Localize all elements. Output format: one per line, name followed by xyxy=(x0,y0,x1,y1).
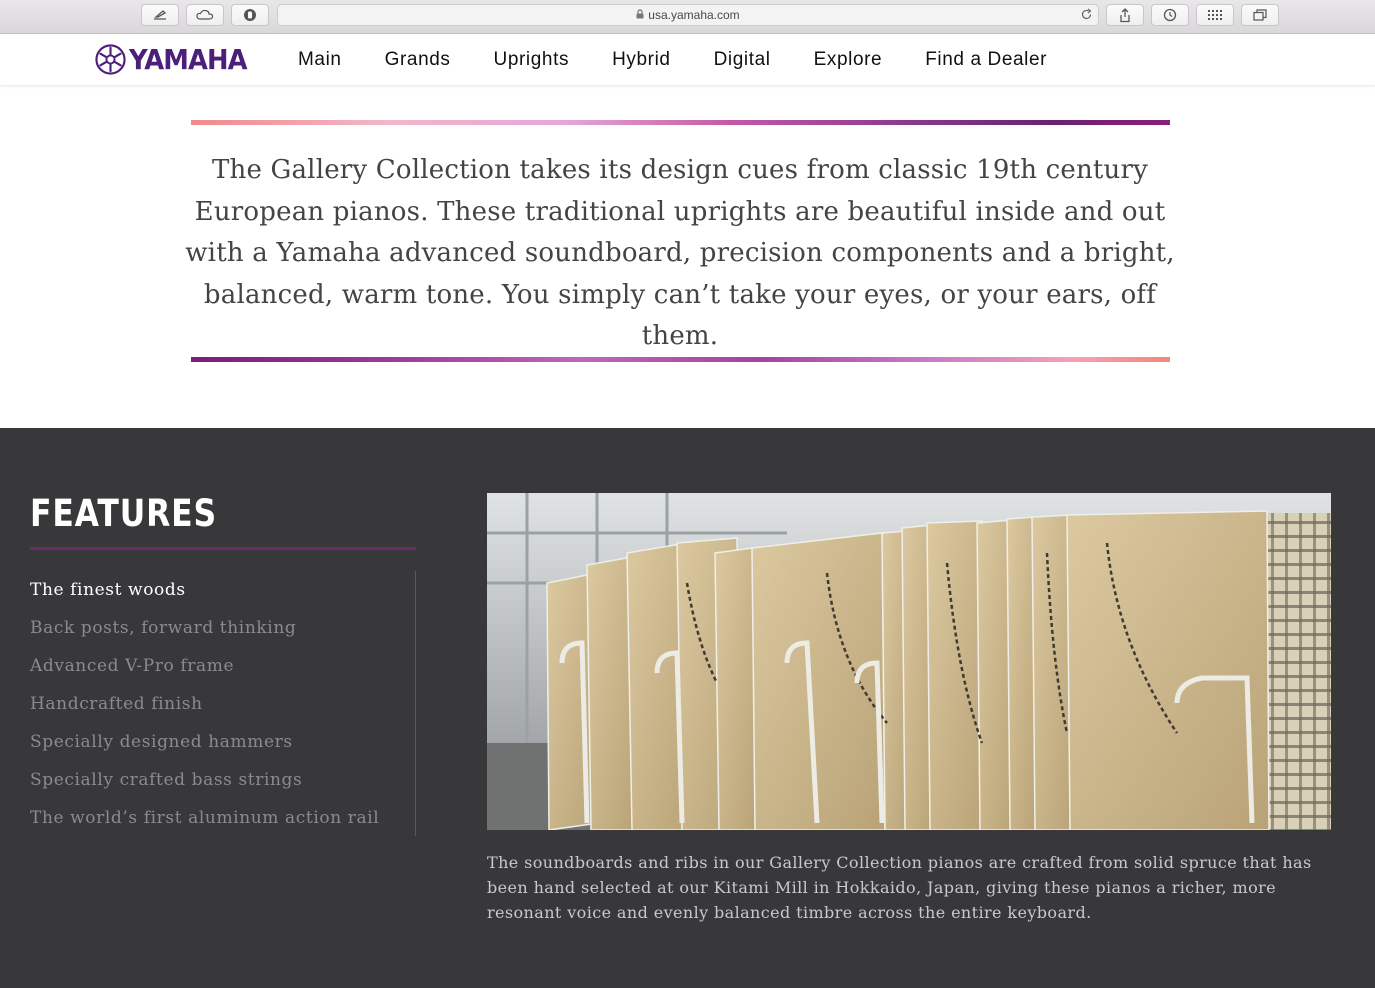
feature-tab-handcrafted-finish[interactable]: Handcrafted finish xyxy=(30,690,379,728)
logo-wordmark: YAMAHA xyxy=(129,43,248,76)
soundboards-photo xyxy=(487,493,1331,830)
intro-paragraph: The Gallery Collection takes its design … xyxy=(185,155,1175,351)
features-heading-underline xyxy=(30,547,416,550)
nav-digital[interactable]: Digital xyxy=(714,49,771,71)
reload-icon[interactable] xyxy=(1080,8,1093,24)
history-icon[interactable] xyxy=(1151,4,1189,26)
grid-icon[interactable] xyxy=(1196,4,1234,26)
browser-toolbar: usa.yamaha.com xyxy=(0,0,1375,34)
feature-tab-bass-strings[interactable]: Specially crafted bass strings xyxy=(30,766,379,804)
feature-tab-back-posts[interactable]: Back posts, forward thinking xyxy=(30,614,379,652)
features-heading: FEATURES xyxy=(30,492,218,535)
address-bar[interactable]: usa.yamaha.com xyxy=(277,4,1099,26)
tuning-forks-emblem-icon xyxy=(95,44,126,75)
nav-grands[interactable]: Grands xyxy=(385,49,451,71)
feature-tab-finest-woods[interactable]: The finest woods xyxy=(30,576,379,614)
nav-hybrid[interactable]: Hybrid xyxy=(612,49,671,71)
cloud-icon[interactable] xyxy=(186,4,224,26)
features-list-divider xyxy=(415,571,416,836)
feature-tab-v-pro-frame[interactable]: Advanced V-Pro frame xyxy=(30,652,379,690)
decorative-rule-top xyxy=(191,120,1170,125)
feature-caption: The soundboards and ribs in our Gallery … xyxy=(487,853,1312,922)
share-icon[interactable] xyxy=(1106,4,1144,26)
nav-main[interactable]: Main xyxy=(298,49,342,71)
feature-tab-hammers[interactable]: Specially designed hammers xyxy=(30,728,379,766)
yamaha-logo[interactable]: YAMAHA xyxy=(95,43,257,76)
url-text: usa.yamaha.com xyxy=(648,8,740,22)
lock-icon xyxy=(636,8,644,22)
nav-explore[interactable]: Explore xyxy=(814,49,883,71)
nav-find-a-dealer[interactable]: Find a Dealer xyxy=(925,49,1047,71)
features-list: The finest woods Back posts, forward thi… xyxy=(30,576,379,842)
main-nav: Main Grands Uprights Hybrid Digital Expl… xyxy=(298,34,1090,86)
feature-tab-aluminum-action-rail[interactable]: The world’s first aluminum action rail xyxy=(30,804,379,842)
features-section: FEATURES The finest woods Back posts, fo… xyxy=(0,428,1375,988)
site-header: YAMAHA Main Grands Uprights Hybrid Digit… xyxy=(0,34,1375,86)
decorative-rule-bottom xyxy=(191,357,1170,362)
tabs-icon[interactable] xyxy=(1241,4,1279,26)
compose-icon[interactable] xyxy=(141,4,179,26)
privacy-shield-icon[interactable] xyxy=(231,4,269,26)
nav-uprights[interactable]: Uprights xyxy=(494,49,570,71)
